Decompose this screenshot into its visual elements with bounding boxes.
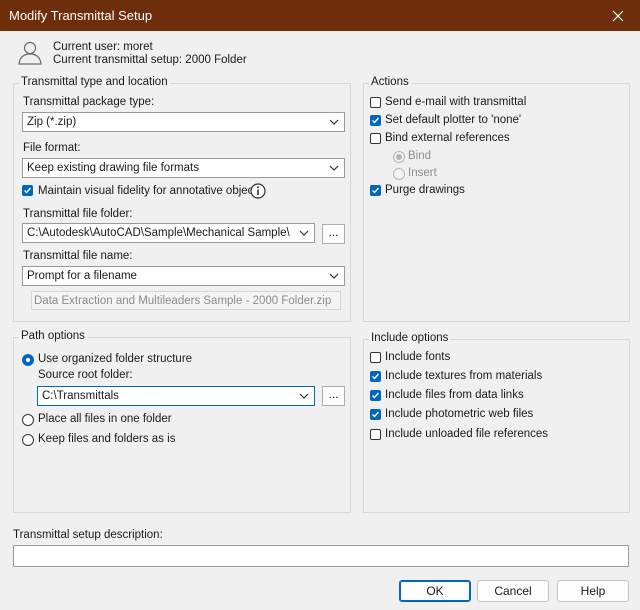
browse-source-button[interactable]: ...: [322, 386, 345, 406]
chevron-down-icon: [299, 230, 309, 236]
include-photometric-checkbox[interactable]: [370, 409, 381, 420]
default-plotter-label: Set default plotter to 'none': [385, 114, 522, 126]
check-icon: [372, 373, 380, 380]
actions-legend: Actions: [369, 76, 411, 88]
bind-radio[interactable]: [393, 151, 405, 163]
bind-xrefs-checkbox[interactable]: [370, 133, 381, 144]
check-icon: [372, 117, 380, 124]
type-location-legend: Transmittal type and location: [19, 76, 170, 88]
bind-xrefs-label: Bind external references: [385, 132, 510, 144]
file-name-select[interactable]: Prompt for a filename: [22, 266, 345, 286]
file-format-value: Keep existing drawing file formats: [27, 162, 199, 174]
file-folder-select[interactable]: C:\Autodesk\AutoCAD\Sample\Mechanical Sa…: [22, 223, 315, 243]
insert-label: Insert: [408, 167, 437, 179]
close-button[interactable]: [596, 0, 640, 31]
close-icon: [612, 10, 624, 21]
chevron-down-icon: [299, 393, 309, 399]
file-folder-value: C:\Autodesk\AutoCAD\Sample\Mechanical Sa…: [27, 227, 290, 239]
include-fonts-checkbox[interactable]: [370, 352, 381, 363]
current-user-text: Current user: moret: [53, 41, 153, 53]
file-folder-label: Transmittal file folder:: [23, 208, 133, 220]
modify-transmittal-setup-dialog: Modify Transmittal Setup Current user: m…: [0, 0, 640, 610]
send-email-checkbox[interactable]: [370, 97, 381, 108]
include-options-group: [363, 339, 630, 513]
browse-folder-button[interactable]: ...: [322, 224, 345, 244]
organized-folder-label: Use organized folder structure: [38, 353, 193, 365]
one-folder-radio[interactable]: [22, 414, 34, 426]
insert-radio[interactable]: [393, 168, 405, 180]
source-root-value: C:\Transmittals: [42, 390, 119, 402]
include-textures-label: Include textures from materials: [385, 370, 543, 382]
default-plotter-checkbox[interactable]: [370, 115, 381, 126]
source-root-select[interactable]: C:\Transmittals: [37, 386, 315, 406]
organized-folder-radio[interactable]: [22, 354, 34, 366]
package-type-select[interactable]: Zip (*.zip): [22, 112, 345, 132]
include-data-links-label: Include files from data links: [385, 389, 524, 401]
purge-drawings-checkbox[interactable]: [370, 185, 381, 196]
source-root-label: Source root folder:: [38, 369, 133, 381]
help-button[interactable]: Help: [557, 580, 629, 602]
check-icon: [372, 187, 380, 194]
cancel-button[interactable]: Cancel: [477, 580, 549, 602]
info-icon[interactable]: [250, 183, 266, 199]
chevron-down-icon: [329, 165, 339, 171]
send-email-label: Send e-mail with transmittal: [385, 96, 527, 108]
include-unloaded-label: Include unloaded file references: [385, 428, 549, 440]
description-input[interactable]: [13, 545, 629, 567]
include-fonts-label: Include fonts: [385, 351, 451, 363]
package-type-label: Transmittal package type:: [23, 96, 155, 108]
bind-label: Bind: [408, 150, 432, 162]
check-icon: [372, 411, 380, 418]
file-name-preview-text: Data Extraction and Multileaders Sample …: [34, 295, 332, 307]
keep-as-is-radio[interactable]: [22, 434, 34, 446]
file-name-value: Prompt for a filename: [27, 270, 137, 282]
file-name-label: Transmittal file name:: [23, 250, 133, 262]
check-icon: [372, 392, 380, 399]
user-icon: [18, 41, 42, 65]
include-photometric-label: Include photometric web files: [385, 408, 534, 420]
purge-drawings-label: Purge drawings: [385, 184, 465, 196]
keep-as-is-label: Keep files and folders as is: [38, 433, 176, 445]
check-icon: [24, 187, 32, 194]
path-options-legend: Path options: [19, 330, 87, 342]
maintain-fidelity-label: Maintain visual fidelity for annotative …: [38, 185, 263, 197]
current-setup-text: Current transmittal setup: 2000 Folder: [53, 54, 247, 66]
include-data-links-checkbox[interactable]: [370, 390, 381, 401]
include-textures-checkbox[interactable]: [370, 371, 381, 382]
chevron-down-icon: [329, 119, 339, 125]
one-folder-label: Place all files in one folder: [38, 413, 172, 425]
file-format-label: File format:: [23, 142, 81, 154]
include-unloaded-checkbox[interactable]: [370, 429, 381, 440]
file-format-select[interactable]: Keep existing drawing file formats: [22, 158, 345, 178]
window-title: Modify Transmittal Setup: [9, 8, 153, 23]
chevron-down-icon: [329, 273, 339, 279]
maintain-fidelity-checkbox[interactable]: [22, 185, 33, 196]
description-label: Transmittal setup description:: [13, 529, 163, 541]
title-bar: Modify Transmittal Setup: [0, 0, 640, 31]
ok-button[interactable]: OK: [399, 580, 471, 602]
include-options-legend: Include options: [369, 332, 451, 344]
package-type-value: Zip (*.zip): [27, 116, 77, 128]
file-name-preview-field: Data Extraction and Multileaders Sample …: [31, 291, 341, 310]
